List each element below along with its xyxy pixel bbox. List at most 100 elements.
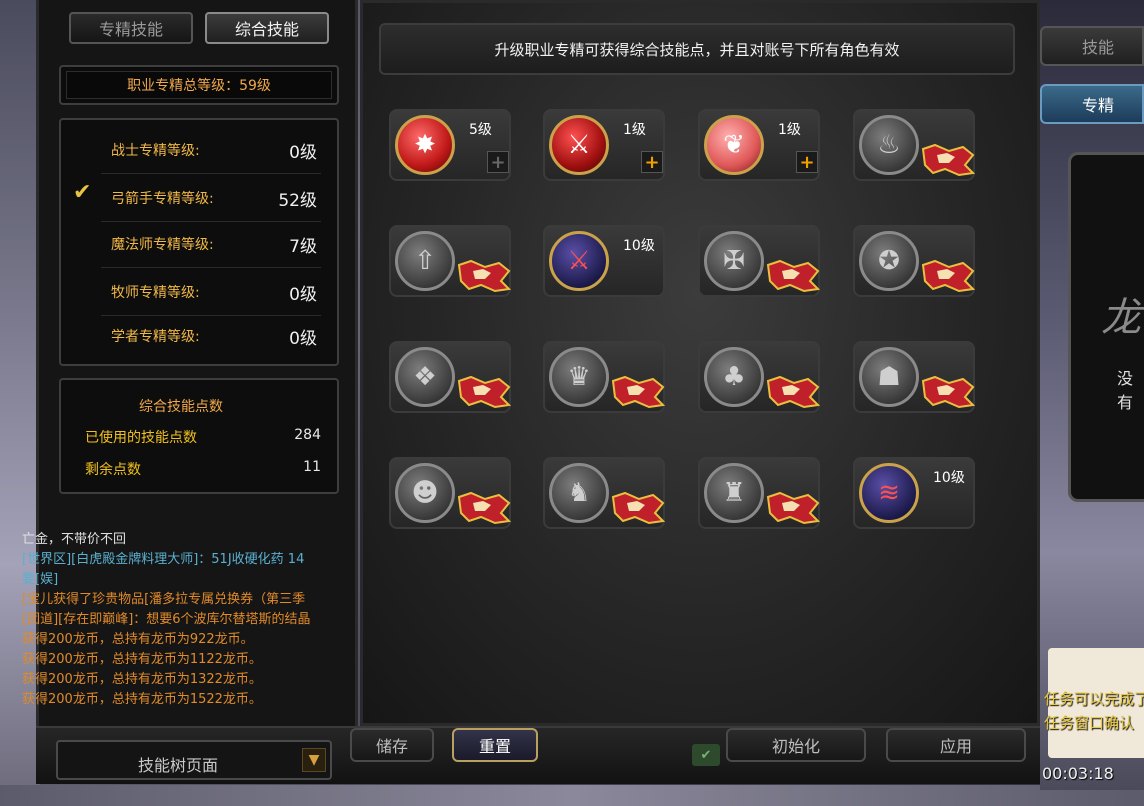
chevron-down-icon[interactable]: ▼ (302, 748, 326, 772)
crown-icon[interactable]: ♛ (549, 347, 609, 407)
chat-line: [团道][存在即巅峰]：想要6个波库尔替塔斯的结晶 (22, 612, 311, 627)
skill-slot[interactable]: ♞ (543, 457, 666, 529)
used-points-value: 284 (294, 427, 321, 443)
class-row-cleric: 牧师专精等级: 0级 (101, 268, 321, 316)
skill-slot[interactable]: ≋ 10级 (853, 457, 975, 529)
winged-shield-icon[interactable]: ✠ (704, 231, 764, 291)
chat-line: 获得200龙币，总持有龙币为922龙币。 (22, 632, 254, 647)
shield-wings-icon[interactable]: ❖ (395, 347, 455, 407)
statue-icon[interactable]: ♜ (704, 463, 764, 523)
chat-line: 要[娱] (22, 572, 59, 587)
locked-flag-icon (457, 259, 512, 293)
confirm-check-icon[interactable]: ✔ (692, 744, 720, 766)
flame-icon[interactable]: ♨ (859, 115, 919, 175)
class-value: 7级 (289, 237, 317, 257)
initialize-button[interactable]: 初始化 (726, 728, 866, 762)
skill-slot[interactable]: ⇧ (389, 225, 512, 297)
dropdown-value: 技能树页面 (138, 756, 219, 775)
locked-flag-icon (766, 259, 821, 293)
ghost-icon[interactable]: ☗ (859, 347, 919, 407)
locked-flag-icon (921, 375, 976, 409)
class-value: 52级 (278, 191, 317, 211)
class-levels-box: 战士专精等级: 0级 弓箭手专精等级: 52级 魔法师专精等级: 7级 牧师专精… (59, 118, 339, 366)
reset-button[interactable]: 重置 (452, 728, 538, 762)
skill-slot[interactable]: ❦ 1级 + (698, 109, 820, 181)
frame-text: 没有 (1117, 369, 1134, 412)
total-level-box: 职业专精总等级：59级 (59, 65, 339, 105)
warrior-icon[interactable]: ☻ (395, 463, 455, 523)
quest-notice-2[interactable]: 任务窗口确认 (1044, 712, 1144, 733)
skill-slot[interactable]: ✠ (698, 225, 821, 297)
tab-skill[interactable]: 技能 (1040, 26, 1144, 66)
skill-level: 1级 (623, 122, 646, 138)
remaining-points-row: 剩余点数 11 (85, 456, 321, 480)
skill-slot[interactable]: ⚔ 1级 + (543, 109, 665, 181)
class-value: 0级 (289, 285, 317, 305)
used-points-label: 已使用的技能点数 (85, 430, 197, 446)
chat-line: [世界区][白虎殿金牌料理大师]：51J收硬化药 14 (22, 552, 305, 567)
remaining-points-value: 11 (303, 459, 321, 475)
magic-sword-icon[interactable]: ⚔ (549, 231, 609, 291)
skill-points-title: 综合技能点数 (139, 399, 223, 415)
chat-line: 亡金，不带价不回 (22, 532, 127, 547)
class-row-archer[interactable]: 弓箭手专精等级: 52级 (101, 174, 321, 222)
plus-icon[interactable]: + (796, 151, 818, 173)
skill-slot[interactable]: ♨ (853, 109, 976, 181)
info-banner: 升级职业专精可获得综合技能点，并且对账号下所有角色有效 (379, 23, 1015, 75)
class-label: 弓箭手专精等级: (111, 191, 214, 207)
skill-slot[interactable]: ✪ (853, 225, 976, 297)
sword-strike-icon[interactable]: ⚔ (549, 115, 609, 175)
skill-slot[interactable]: ♣ (698, 341, 821, 413)
locked-flag-icon (457, 491, 512, 525)
locked-flag-icon (921, 259, 976, 293)
tab-specialization-skills[interactable]: 专精技能 (69, 12, 193, 44)
class-row-warrior: 战士专精等级: 0级 (101, 126, 321, 174)
skill-slot[interactable]: ♛ (543, 341, 666, 413)
class-label: 牧师专精等级: (111, 285, 200, 301)
save-button[interactable]: 储存 (350, 728, 434, 762)
plus-icon[interactable]: + (641, 151, 663, 173)
locked-flag-icon (921, 143, 976, 177)
game-logo: 龙 (1101, 295, 1141, 341)
class-row-academic: 学者专精等级: 0级 (101, 312, 321, 360)
chat-line: 获得200龙币，总持有龙币为1322龙币。 (22, 672, 262, 687)
plus-icon[interactable]: + (487, 151, 509, 173)
skill-slot[interactable]: ⚔ 10级 (543, 225, 665, 297)
bottom-toolbar: 技能树页面 ▼ 储存 重置 ✔ 初始化 应用 (36, 726, 1040, 784)
locked-flag-icon (766, 375, 821, 409)
tab-general-skills[interactable]: 综合技能 (205, 12, 329, 44)
class-label: 学者专精等级: (111, 329, 200, 345)
total-level-text: 职业专精总等级：59级 (66, 71, 332, 99)
skill-slot[interactable]: ☻ (389, 457, 512, 529)
quest-notice-1[interactable]: 任务可以完成了 (1044, 688, 1144, 709)
skill-slot[interactable]: ☗ (853, 341, 976, 413)
skill-slot[interactable]: ✸ 5级 + (389, 109, 511, 181)
right-side-window: 技能 专精 龙 没有 任务可以完成了 任务窗口确认 00:03:18 (1040, 0, 1144, 790)
skill-level: 10级 (933, 470, 965, 486)
runner-icon[interactable]: ♞ (549, 463, 609, 523)
skill-level: 1级 (778, 122, 801, 138)
tab-specialization[interactable]: 专精 (1040, 84, 1144, 124)
locked-flag-icon (611, 491, 666, 525)
skill-tree-page-dropdown[interactable]: 技能树页面 ▼ (56, 740, 332, 780)
class-label: 魔法师专精等级: (111, 237, 214, 253)
skill-level: 5级 (469, 122, 492, 138)
apply-button[interactable]: 应用 (886, 728, 1026, 762)
chat-line: [宝儿获得了珍贵物品[潘多拉专属兑换券（第三季 (22, 592, 306, 607)
quickbar-strip (0, 785, 1144, 806)
feather-icon[interactable]: ❦ (704, 115, 764, 175)
claw-burst-icon[interactable]: ✸ (395, 115, 455, 175)
chat-log: 亡金，不带价不回 [世界区][白虎殿金牌料理大师]：51J收硬化药 14 要[娱] [… (22, 530, 352, 710)
flame-up-icon[interactable]: ⇧ (395, 231, 455, 291)
class-value: 0级 (289, 329, 317, 349)
shield-gear-icon[interactable]: ✪ (859, 231, 919, 291)
class-label: 战士专精等级: (111, 143, 200, 159)
claw-slash-icon[interactable]: ≋ (859, 463, 919, 523)
leaf-shield-icon[interactable]: ♣ (704, 347, 764, 407)
locked-flag-icon (611, 375, 666, 409)
remaining-points-label: 剩余点数 (85, 462, 141, 478)
chat-line: 获得200龙币，总持有龙币为1522龙币。 (22, 692, 262, 707)
skill-slot[interactable]: ♜ (698, 457, 821, 529)
skill-slot[interactable]: ❖ (389, 341, 512, 413)
skill-level: 10级 (623, 238, 655, 254)
